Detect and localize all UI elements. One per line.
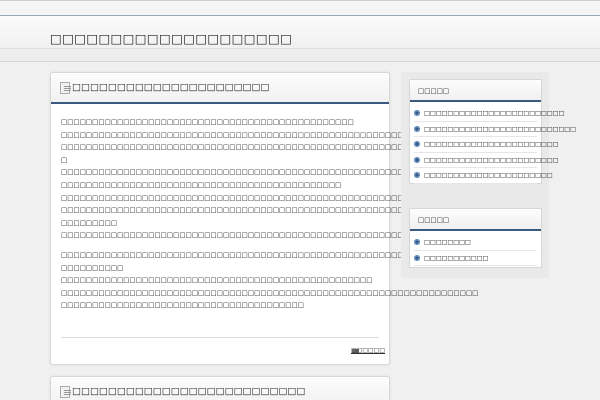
- widget-link[interactable]: □□□□□□□□: [424, 239, 471, 246]
- widget-link[interactable]: □□□□□□□□□□□□□□□□□□□□□□□□: [424, 110, 564, 117]
- widget-link[interactable]: □□□□□□□□□□□□□□□□□□□□□□□□□□: [424, 126, 576, 133]
- widget-list-item[interactable]: □□□□□□□□: [414, 235, 537, 251]
- category-link[interactable]: □□□□□□: [351, 347, 385, 354]
- widget-list-item[interactable]: □□□□□□□□□□□□□□□□□□□□□□: [414, 168, 553, 184]
- bullet-icon: [414, 141, 420, 147]
- post-text-line: □□□□□□□□□□□□□□□□□□□□□□□□□□□□□□□□□□□□□□□□…: [61, 193, 541, 202]
- post-text-line: □: [61, 155, 68, 164]
- post-footer: □□□□□□: [61, 337, 385, 354]
- widget-link[interactable]: □□□□□□□□□□□□□□□□□□□□□□□: [424, 157, 558, 164]
- post-text-line: □□□□□□□□□□□□□□□□□□□□□□□□□□□□□□□□□□□□□□□□…: [61, 143, 541, 152]
- post-title[interactable]: □□□□□□□□□□□□□□□□□□□□□□□□□□: [72, 386, 305, 397]
- bullet-icon: [414, 254, 420, 261]
- widget-header: □□□□□: [410, 209, 541, 231]
- widget-list: □□□□□□□□□□□□□□□□□□□□□□□□ □□□□□□□□□□□□□□□…: [410, 102, 576, 184]
- widget-list-item[interactable]: □□□□□□□□□□□□□□□□□□□□□□□: [414, 137, 558, 153]
- post-text-line: □□□□□□□□□□□□□□□□□□□□□□□□□□□□□□□□□□□□□□□□…: [61, 250, 541, 259]
- post-text-line: □□□□□□□□□□□□□□□□□□□□□□□□□□□□□□□□□□□□□□□□…: [61, 180, 342, 189]
- post-header: □□□□□□□□□□□□□□□□□□□□□□: [51, 73, 389, 104]
- sidebar-widget: □□□□□ □□□□□□□□□□□□□□□□□□□□□□□□ □□□□□□□□□…: [409, 79, 576, 184]
- post-text-line: □□□□□□□□□□□□□□□□□□□□□□□□□□□□□□□□□□□□□□□□…: [61, 276, 373, 285]
- post-header: □□□□□□□□□□□□□□□□□□□□□□□□□□: [51, 377, 389, 400]
- widget-list-item[interactable]: □□□□□□□□□□□□□□□□□□□□□□□□□□: [414, 122, 576, 137]
- post-title[interactable]: □□□□□□□□□□□□□□□□□□□□□□: [72, 82, 269, 93]
- widget-title: □□□□□: [418, 216, 450, 224]
- bullet-icon: [414, 156, 420, 163]
- site-title[interactable]: □□□□□□□□□□□□□□□□□□□□: [50, 31, 292, 46]
- widget-link[interactable]: □□□□□□□□□□□□□□□□□□□□□□□: [424, 141, 558, 148]
- widget-list-item[interactable]: □□□□□□□□□□□□□□□□□□□□□□□□: [414, 106, 564, 122]
- post-text-line: □□□□□□□□□□□□□□□□□□□□□□□□□□□□□□□□□□□□□□□□…: [61, 206, 541, 215]
- widget-list: □□□□□□□□ □□□□□□□□□□□: [410, 231, 541, 266]
- sidebar-widget: □□□□□ □□□□□□□□ □□□□□□□□□□□: [409, 208, 542, 268]
- widget-list-item[interactable]: □□□□□□□□□□□: [414, 251, 537, 266]
- bullet-icon: [414, 110, 420, 116]
- document-icon: [60, 82, 71, 94]
- post-text-line: □□□□□□□□□□□□□□□□□□□□□□□□□□□□□□□□□□□□□□□□…: [61, 168, 541, 177]
- widget-header: □□□□□: [410, 80, 541, 102]
- widget-link[interactable]: □□□□□□□□□□□: [424, 255, 488, 262]
- widget-list-item[interactable]: □□□□□□□□□□□□□□□□□□□□□□□: [414, 153, 558, 168]
- bullet-icon: [414, 125, 420, 132]
- bullet-icon: [414, 239, 420, 245]
- post-body: □□□□□□□□□□□□□□□□□□□□□□□□□□□□□□□□□□□□□□□□…: [51, 104, 541, 312]
- post-text-line: □□□□□□□□□□: [61, 263, 124, 272]
- post-text-line: □□□□□□□□□□□□□□□□□□□□□□□□□□□□□□□□□□□□□□□□…: [61, 231, 410, 240]
- post-text-line: □□□□□□□□□□□□□□□□□□□□□□□□□□□□□□□□□□□□□□□□…: [61, 118, 354, 126]
- site-header: □□□□□□□□□□□□□□□□□□□□: [0, 0, 600, 62]
- post-text-line: □□□□□□□□□□□□□□□□□□□□□□□□□□□□□□□□□□□□□□□□…: [61, 288, 479, 297]
- post-card: □□□□□□□□□□□□□□□□□□□□□□□□□□: [50, 376, 390, 400]
- post-text-line: □□□□□□□□□□□□□□□□□□□□□□□□□□□□□□□□□□□□□□□□…: [61, 130, 529, 139]
- bullet-icon: [414, 172, 420, 178]
- widget-link[interactable]: □□□□□□□□□□□□□□□□□□□□□□: [424, 172, 553, 179]
- post-text-line: □□□□□□□□□□□□□□□□□□□□□□□□□□□□□□□□□□□□□□□: [61, 301, 304, 310]
- post-card: □□□□□□□□□□□□□□□□□□□□□□ □□□□□□□□□□□□□□□□□…: [50, 72, 541, 365]
- post-text-line: □□□□□□□□□: [61, 218, 118, 227]
- widget-title: □□□□□: [418, 87, 450, 95]
- document-icon: [60, 386, 71, 398]
- sidebar: □□□□□ □□□□□□□□□□□□□□□□□□□□□□□□ □□□□□□□□□…: [401, 72, 576, 278]
